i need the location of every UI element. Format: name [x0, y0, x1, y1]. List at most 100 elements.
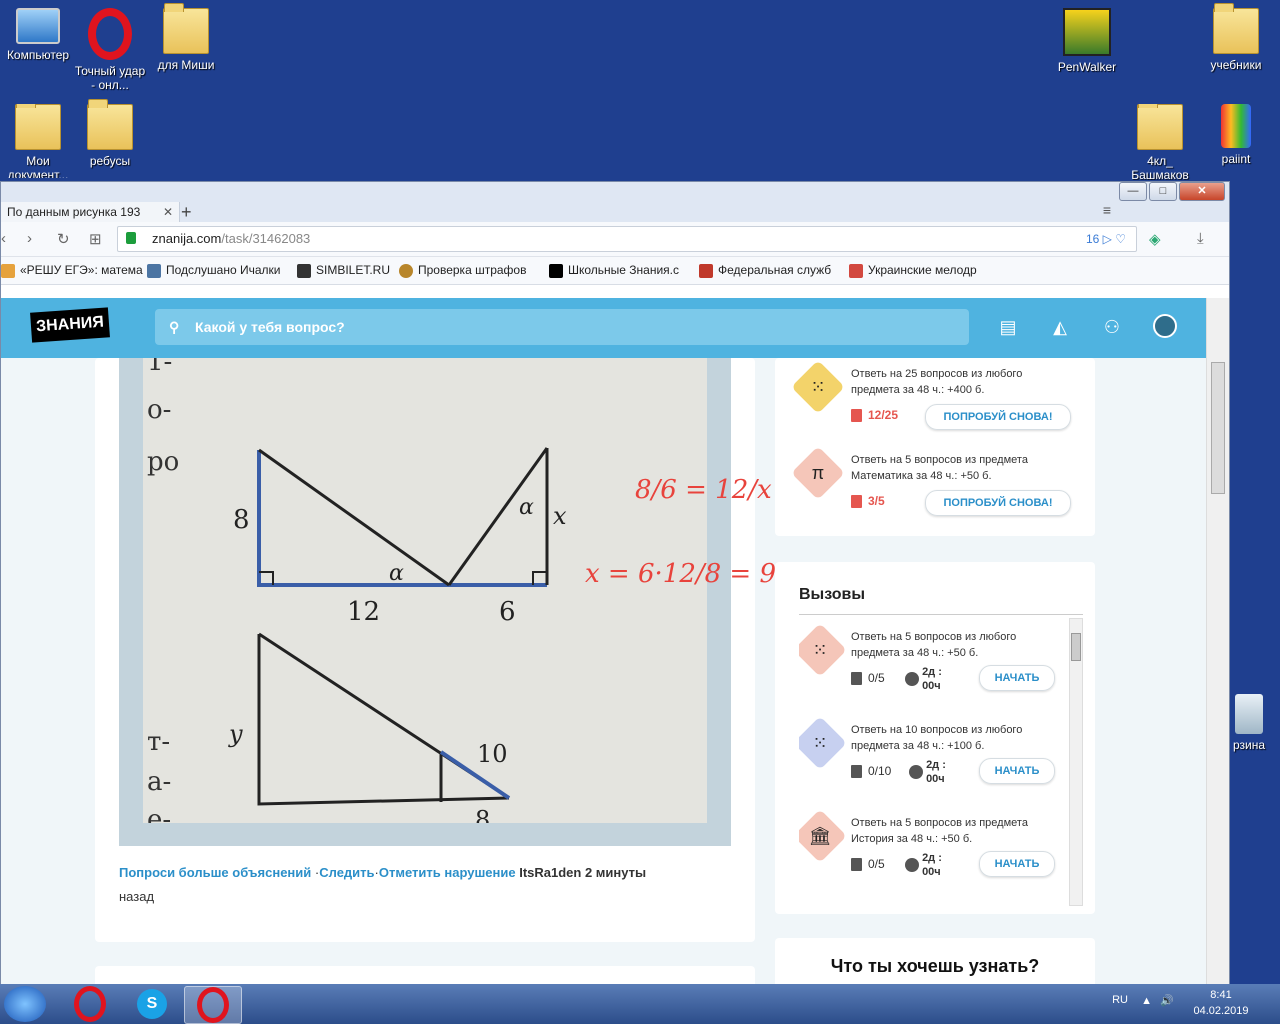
- bookmark-reshu-ege[interactable]: «РЕШУ ЕГЭ»: матема: [1, 257, 143, 284]
- bookmark-fines[interactable]: Проверка штрафов: [399, 257, 526, 284]
- quest-retry-button[interactable]: ПОПРОБУЙ СНОВА!: [925, 404, 1071, 430]
- folder-icon: [163, 3, 209, 54]
- answer-time: 2 минуты: [584, 865, 647, 880]
- challenge-badge: ⁙: [799, 623, 847, 677]
- messages-icon[interactable]: ▤: [997, 316, 1019, 338]
- bookmark-label: Школьные Знания.c: [568, 263, 680, 277]
- challenge-start-button[interactable]: НАЧАТЬ: [979, 758, 1055, 784]
- challenge-start-button[interactable]: НАЧАТЬ: [979, 665, 1055, 691]
- report-link[interactable]: Отметить нарушение: [379, 865, 516, 880]
- search-input[interactable]: ⚲ Какой у тебя вопрос?: [155, 309, 969, 345]
- clock-icon: [905, 672, 919, 686]
- tab-menu-icon[interactable]: ≡: [1103, 202, 1111, 218]
- address-bar[interactable]: znanija.com/task/31462083 16 ▷ ♡: [117, 226, 1137, 252]
- challenges-list: ⁙ Ответь на 5 вопросов из любого предмет…: [799, 614, 1083, 905]
- bookmark-ukr-melodramas[interactable]: Украинские мелодр: [849, 257, 977, 284]
- bookmark-label: Украинские мелодр: [868, 263, 977, 277]
- back-icon[interactable]: ‹: [1, 230, 6, 247]
- bookmark-favicon-icon: [1, 263, 15, 278]
- challenge-start-button[interactable]: НАЧАТЬ: [979, 851, 1055, 877]
- chart-favicon-icon: [849, 263, 863, 278]
- quest-item: π Ответь на 5 вопросов из предмета Матем…: [775, 446, 1075, 534]
- reload-icon[interactable]: ↻: [57, 230, 70, 248]
- desktop-icon-label: 4кл_ Башмаков: [1131, 154, 1189, 180]
- volume-icon[interactable]: 🔊: [1160, 994, 1174, 1007]
- challenge-timer: 2д : 00ч: [905, 665, 952, 693]
- downloads-icon[interactable]: ⤓: [1197, 230, 1204, 247]
- bookmark-federal[interactable]: Федеральная служб: [699, 257, 831, 284]
- notifications-bell-icon[interactable]: ◭: [1049, 316, 1071, 338]
- bookmark-vk-ichalki[interactable]: Подслушано Ичалки: [147, 257, 280, 284]
- maximize-button[interactable]: □: [1149, 182, 1177, 201]
- desktop-icon-label: учебники: [1210, 58, 1262, 72]
- challenge-progress-value: 0/5: [868, 671, 885, 685]
- close-tab-icon[interactable]: ✕: [163, 202, 173, 222]
- penwalker-icon: [1063, 8, 1111, 56]
- taskbar-opera-active[interactable]: [184, 986, 242, 1024]
- fig1-bottom1-label: 12: [347, 597, 380, 627]
- adblock-count[interactable]: 16: [1086, 232, 1099, 246]
- start-button[interactable]: [4, 986, 46, 1022]
- clock-time[interactable]: 8:41: [1186, 989, 1256, 1001]
- desktop-icon-label: Мои документ...: [7, 154, 69, 178]
- challenge-timer: 2д : 00ч: [909, 758, 956, 786]
- user-avatar[interactable]: [1153, 314, 1177, 338]
- clock-date[interactable]: 04.02.2019: [1186, 1005, 1256, 1017]
- desktop-icon-4kl[interactable]: 4кл_ Башмаков: [1122, 104, 1198, 180]
- close-window-button[interactable]: ✕: [1179, 182, 1225, 201]
- search-placeholder: Какой у тебя вопрос?: [195, 319, 345, 335]
- desktop-icon-textbooks[interactable]: учебники: [1198, 3, 1274, 72]
- next-answer-card: [95, 966, 755, 985]
- triangle-1-hypotenuse: [258, 448, 450, 587]
- page-content: 1- о- ро т- а- е- 8 12 6 α α x y 10 8 8/…: [1, 358, 1209, 985]
- bookmark-heart-icon[interactable]: ♡: [1115, 232, 1126, 246]
- folder-icon: [15, 104, 61, 150]
- challenges-scroll-thumb[interactable]: [1071, 633, 1081, 661]
- page-scroll-thumb[interactable]: [1211, 362, 1225, 494]
- ask-more-link[interactable]: Попроси больше объяснений: [119, 865, 311, 880]
- vk-icon: [147, 263, 161, 278]
- page-scrollbar[interactable]: [1206, 298, 1229, 985]
- notebook-icon: [851, 495, 862, 509]
- show-hidden-icons-icon[interactable]: ▲: [1141, 995, 1152, 1007]
- bookmarks-bar: «РЕШУ ЕГЭ»: матема Подслушано Ичалки SIM…: [1, 257, 1229, 285]
- challenge-progress: 0/5: [851, 857, 885, 872]
- url-host: znanija.com: [152, 231, 222, 246]
- quest-retry-button[interactable]: ПОПРОБУЙ СНОВА!: [925, 490, 1071, 516]
- challenge-time-value: 2д : 00ч: [922, 852, 942, 878]
- vpn-icon[interactable]: ◈: [1149, 230, 1161, 248]
- friends-icon[interactable]: ⚇: [1101, 316, 1123, 338]
- desktop-icon-folder-misha[interactable]: для Миши: [148, 3, 224, 72]
- site-logo[interactable]: ЗНАНИЯ: [30, 307, 110, 343]
- minimize-button[interactable]: —: [1119, 182, 1147, 201]
- pi-icon: π: [811, 463, 825, 483]
- desktop-icon-computer[interactable]: Компьютер: [0, 8, 76, 62]
- forward-icon[interactable]: ›: [27, 230, 32, 247]
- challenges-scrollbar[interactable]: [1069, 618, 1083, 906]
- folder-icon: [87, 99, 133, 150]
- speed-dial-icon[interactable]: ⊞: [89, 230, 102, 248]
- challenge-text: Ответь на 5 вопросов из любого предмета …: [851, 631, 1017, 659]
- tab-active[interactable]: По данным рисунка 193 ✕: [1, 202, 180, 222]
- bookmark-simbilet[interactable]: SIMBILET.RU: [297, 257, 390, 284]
- page-text: а-: [147, 767, 171, 797]
- send-icon[interactable]: ▷: [1103, 232, 1112, 246]
- desktop-icon-label: Компьютер: [6, 48, 70, 62]
- language-indicator[interactable]: RU: [1112, 994, 1128, 1006]
- bookmark-znanija[interactable]: Школьные Знания.c: [549, 257, 679, 284]
- desktop-icon-opera[interactable]: Точный удар - онл...: [72, 8, 148, 92]
- taskbar-opera-pinned[interactable]: [62, 986, 118, 1022]
- opera-icon: [88, 8, 132, 60]
- desktop-icon-my-documents[interactable]: Мои документ...: [0, 104, 76, 178]
- desktop-icon-paiint[interactable]: paiint: [1198, 104, 1274, 166]
- follow-link[interactable]: Следить: [319, 865, 374, 880]
- page-text: т-: [147, 727, 170, 757]
- taskbar-skype[interactable]: S: [124, 986, 180, 1022]
- answer-author[interactable]: ItsRa1den: [519, 865, 581, 880]
- dots-icon: ⁙: [810, 377, 826, 397]
- quest-text: Ответь на 5 вопросов из предмета Математ…: [851, 454, 1028, 482]
- new-tab-button[interactable]: +: [181, 202, 192, 222]
- desktop-icon-rebus[interactable]: ребусы: [72, 99, 148, 168]
- handwritten-line-2: x = 6·12/8 = 9: [585, 559, 776, 589]
- desktop-icon-penwalker[interactable]: PenWalker: [1049, 8, 1125, 74]
